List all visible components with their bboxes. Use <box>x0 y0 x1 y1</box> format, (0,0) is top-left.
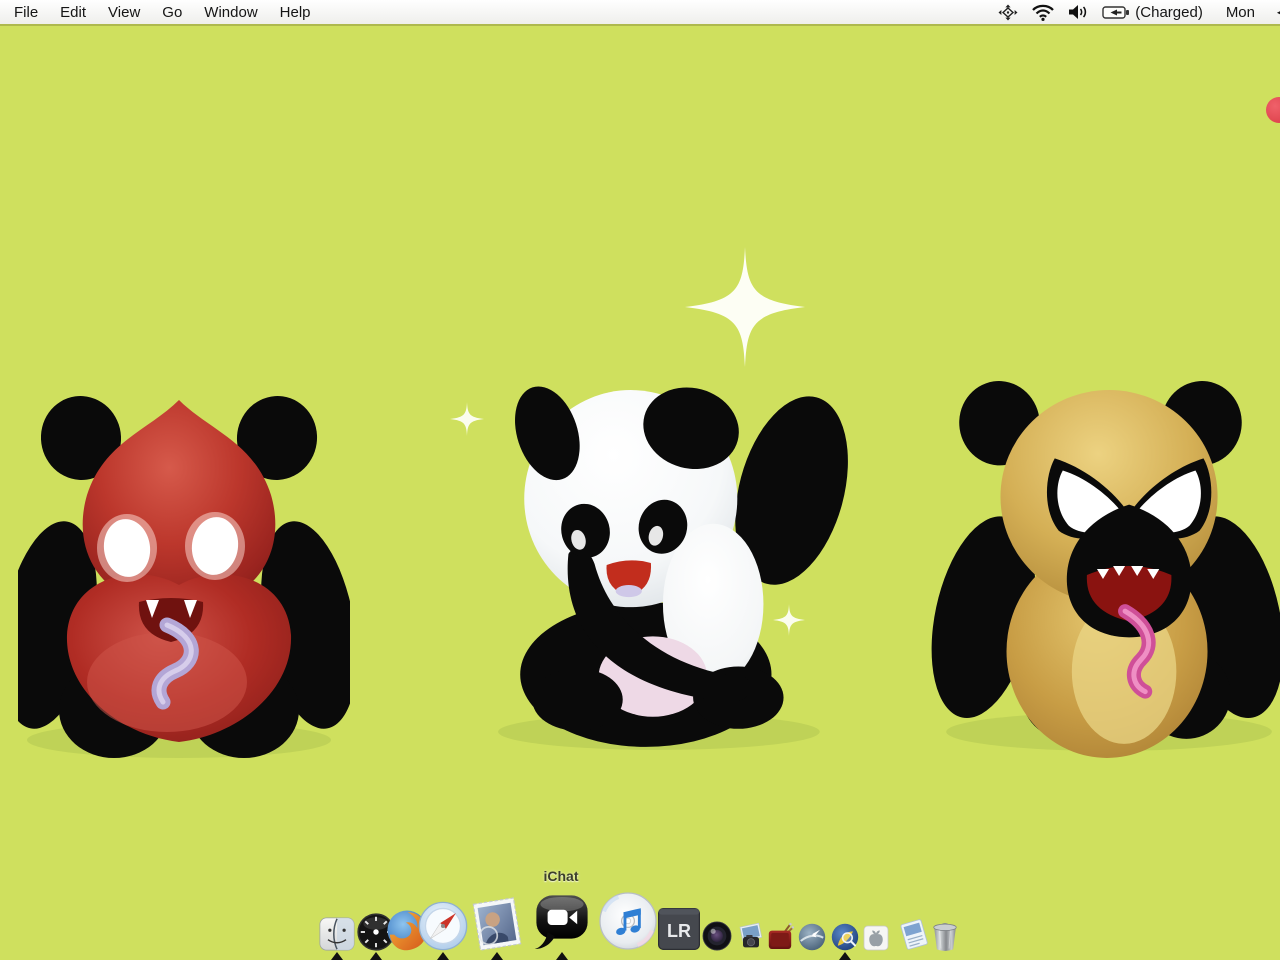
running-indicator-globe-search <box>839 952 851 960</box>
menu-help[interactable]: Help <box>280 4 311 21</box>
wifi-icon[interactable] <box>1031 4 1055 21</box>
globe-airplane-icon <box>796 921 828 953</box>
globe-search-icon <box>829 921 861 953</box>
clipped-red-dot <box>1266 97 1280 123</box>
menu-items: File Edit View Go Window Help <box>0 4 311 21</box>
camera-lens-icon <box>700 919 734 953</box>
four-way-arrows-icon[interactable] <box>998 4 1018 21</box>
dock-item-apple-box[interactable] <box>861 923 891 953</box>
menu-go[interactable]: Go <box>162 4 182 21</box>
gold-angry-panda-character <box>928 378 1280 770</box>
dock-item-itunes[interactable] <box>596 889 660 953</box>
battery-icon <box>1102 5 1130 20</box>
menu-file[interactable]: File <box>14 4 38 21</box>
battery-label: (Charged) <box>1135 4 1203 21</box>
battery-status[interactable]: (Charged) <box>1102 4 1203 21</box>
menu-bar: File Edit View Go Window Help <box>0 0 1280 26</box>
dock: LR <box>0 850 1280 960</box>
menu-window[interactable]: Window <box>204 4 257 21</box>
apple-box-icon <box>861 923 891 953</box>
dock-item-finder[interactable] <box>318 915 356 953</box>
dock-item-globe-airplane[interactable] <box>796 921 828 953</box>
menu-edit[interactable]: Edit <box>60 4 86 21</box>
running-indicator-ichat <box>556 952 568 960</box>
volume-icon[interactable] <box>1068 4 1089 20</box>
finder-icon <box>318 915 356 953</box>
large-sparkle-star <box>685 247 805 367</box>
dock-item-safari[interactable] <box>416 899 470 953</box>
dock-item-photos[interactable] <box>735 921 767 953</box>
small-sparkle-star <box>450 402 484 436</box>
running-indicator-finder <box>331 952 343 960</box>
lr-square-icon: LR <box>655 905 703 953</box>
red-devil-panda-character <box>18 390 350 768</box>
menu-view[interactable]: View <box>108 4 140 21</box>
dock-item-ichat[interactable] <box>530 889 594 953</box>
menu-status-area: (Charged) Mon ◄ <box>998 4 1280 21</box>
trash-icon <box>927 917 963 953</box>
white-panda-character <box>490 378 862 770</box>
dock-item-camera-lens[interactable] <box>700 919 734 953</box>
photo-camera-icon <box>735 921 767 953</box>
red-toolbox-icon <box>764 921 796 953</box>
dock-item-mail[interactable] <box>468 895 526 953</box>
dock-item-red-toolbox[interactable] <box>764 921 796 953</box>
mail-stamp-icon <box>468 895 526 953</box>
music-disc-icon <box>596 889 660 953</box>
dock-hover-label: iChat <box>544 868 579 884</box>
dock-item-globe-search[interactable] <box>829 921 861 953</box>
running-indicator-dashboard <box>370 952 382 960</box>
dock-item-trash[interactable] <box>927 917 963 953</box>
dock-item-lightroom[interactable]: LR <box>655 905 703 953</box>
safari-compass-icon <box>416 899 470 953</box>
menu-clock[interactable]: Mon <box>1226 4 1255 21</box>
clipped-menu-glyph: ◄ <box>1274 4 1280 21</box>
running-indicator-mail <box>491 952 503 960</box>
running-indicator-safari <box>437 952 449 960</box>
chat-bubble-camera-icon <box>530 889 594 953</box>
svg-text:LR: LR <box>667 921 691 941</box>
